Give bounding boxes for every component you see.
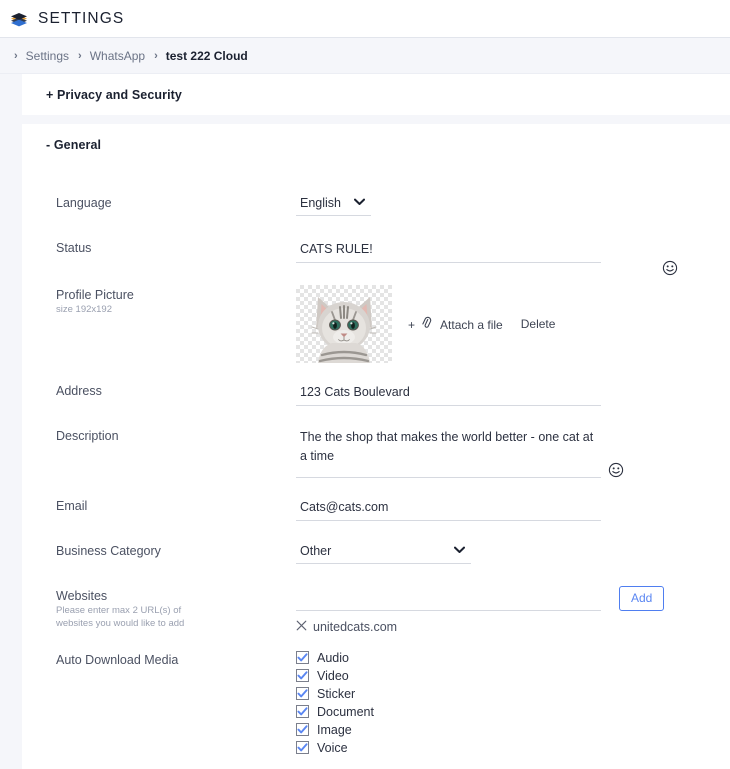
checkbox-label: Video — [317, 668, 349, 683]
field-websites: Websites Please enter max 2 URL(s) of we… — [22, 586, 730, 634]
field-profile-picture: Profile Picture size 192x192 + Attach a … — [22, 285, 730, 363]
general-form: Language English Status CATS RULE! Profi… — [22, 165, 730, 755]
field-language: Language English — [22, 193, 730, 216]
checkbox-label: Voice — [317, 740, 348, 755]
add-website-button[interactable]: Add — [619, 586, 665, 612]
breadcrumb-item-whatsapp[interactable]: WhatsApp — [90, 49, 145, 63]
field-auto-download-media-label: Auto Download Media — [56, 653, 179, 667]
divider — [22, 115, 730, 124]
auto-download-media-list: Audio Video Sticker Document Image Voice — [296, 650, 730, 755]
business-category-select[interactable]: Other — [296, 541, 471, 563]
address-input[interactable] — [296, 381, 601, 406]
field-description: Description The the shop that makes the … — [22, 426, 730, 478]
profile-picture-title: Profile Picture — [56, 288, 134, 302]
checkbox-item-image[interactable]: Image — [296, 722, 730, 737]
language-select-wrapper[interactable]: English — [296, 193, 371, 216]
breadcrumb: › Settings › WhatsApp › test 222 Cloud — [0, 38, 730, 74]
field-business-category-label: Business Category — [56, 544, 161, 558]
checkbox-item-document[interactable]: Document — [296, 704, 730, 719]
websites-hint: Please enter max 2 URL(s) of websites yo… — [56, 605, 185, 629]
app-header: SETTINGS — [0, 0, 730, 38]
field-email-label: Email — [56, 499, 88, 513]
website-entry-url: unitedcats.com — [313, 620, 398, 634]
chevron-right-icon: › — [154, 49, 158, 62]
website-input[interactable] — [296, 586, 601, 611]
language-select[interactable]: English — [296, 193, 371, 215]
checkbox-checked-icon[interactable] — [296, 669, 309, 682]
section-general: - General Language English Status CATS R… — [0, 124, 730, 769]
attach-a-file-label: Attach a file — [440, 317, 503, 332]
checkbox-item-video[interactable]: Video — [296, 668, 730, 683]
checkbox-checked-icon[interactable] — [296, 705, 309, 718]
section-privacy-and-security[interactable]: + Privacy and Security — [0, 74, 730, 115]
section-divider — [0, 115, 730, 124]
checkbox-checked-icon[interactable] — [296, 651, 309, 664]
field-status-label: Status — [56, 241, 92, 255]
smiley-icon[interactable] — [662, 260, 678, 276]
field-email: Email — [22, 496, 730, 521]
paperclip-icon — [419, 315, 435, 333]
checkbox-item-sticker[interactable]: Sticker — [296, 686, 730, 701]
close-icon[interactable] — [296, 620, 307, 634]
email-input[interactable] — [296, 496, 601, 521]
section-rail — [0, 74, 22, 115]
page-title: SETTINGS — [38, 9, 125, 27]
smiley-icon[interactable] — [608, 462, 624, 478]
checkbox-label: Audio — [317, 650, 349, 665]
checkbox-label: Image — [317, 722, 352, 737]
section-rail — [0, 115, 22, 124]
breadcrumb-item-settings[interactable]: Settings — [26, 49, 69, 63]
status-input[interactable] — [296, 238, 601, 263]
field-business-category: Business Category Other — [22, 541, 730, 564]
breadcrumb-item-current: test 222 Cloud — [165, 48, 248, 63]
checkbox-checked-icon[interactable] — [296, 687, 309, 700]
section-privacy-header[interactable]: + Privacy and Security — [22, 74, 730, 115]
delete-picture-button[interactable]: Delete — [521, 317, 556, 331]
website-entry: unitedcats.com — [296, 620, 601, 634]
checkbox-label: Sticker — [317, 686, 356, 701]
field-profile-picture-label: Profile Picture size 192x192 — [56, 285, 296, 317]
layers-icon — [9, 9, 29, 29]
section-rail — [0, 124, 22, 769]
checkbox-label: Document — [317, 704, 374, 719]
avatar — [296, 285, 392, 363]
checkbox-checked-icon[interactable] — [296, 741, 309, 754]
plus-icon: + — [408, 317, 416, 332]
field-status: Status — [22, 238, 730, 276]
websites-title: Websites — [56, 589, 108, 603]
field-websites-label: Websites Please enter max 2 URL(s) of we… — [56, 586, 296, 631]
checkbox-checked-icon[interactable] — [296, 723, 309, 736]
attach-a-file-button[interactable]: + Attach a file — [408, 315, 503, 333]
field-address-label: Address — [56, 384, 102, 398]
checkbox-item-audio[interactable]: Audio — [296, 650, 730, 665]
chevron-right-icon: › — [78, 49, 82, 62]
checkbox-item-voice[interactable]: Voice — [296, 740, 730, 755]
field-auto-download-media: Auto Download Media Audio Video Sticker … — [22, 650, 730, 755]
section-general-header[interactable]: - General — [22, 124, 730, 165]
chevron-right-icon: › — [14, 49, 18, 62]
field-description-label: Description — [56, 429, 119, 443]
profile-picture-size: size 192x192 — [56, 304, 112, 315]
description-textarea[interactable]: The the shop that makes the world better… — [296, 426, 601, 478]
field-address: Address — [22, 381, 730, 406]
profile-picture-row: + Attach a file Delete — [296, 285, 730, 363]
business-category-select-wrapper[interactable]: Other — [296, 541, 471, 564]
field-language-label: Language — [56, 196, 112, 210]
